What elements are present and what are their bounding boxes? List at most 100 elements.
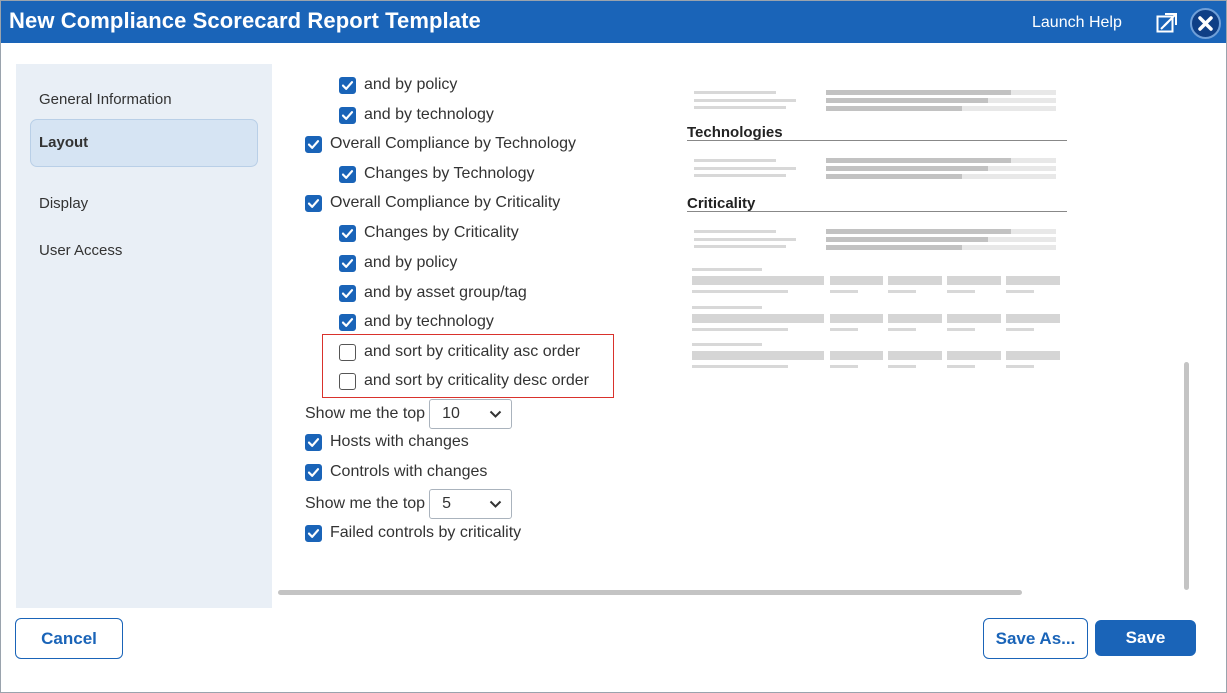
- preview-bar: [947, 351, 1001, 360]
- preview-bar: [830, 290, 858, 293]
- checkmark-icon: [341, 169, 354, 179]
- option-row: Controls with changes: [305, 461, 487, 483]
- preview-bar: [826, 90, 1011, 95]
- preview-bar: [694, 99, 796, 102]
- checkmark-icon: [307, 198, 320, 208]
- preview-bar: [1006, 314, 1060, 323]
- preview-bar: [947, 328, 975, 331]
- option-label: and by asset group/tag: [364, 284, 527, 301]
- preview-bar: [694, 91, 776, 94]
- cancel-button[interactable]: Cancel: [15, 618, 123, 659]
- top-n-select[interactable]: 5: [429, 489, 513, 519]
- option-row: Hosts with changes: [305, 431, 469, 453]
- option-label: Failed controls by criticality: [330, 524, 522, 541]
- preview-bar: [1006, 276, 1060, 285]
- preview-bar: [830, 328, 858, 331]
- checkbox-checked[interactable]: [305, 194, 322, 212]
- preview-bar: [826, 98, 988, 103]
- option-label: and by policy: [364, 254, 458, 271]
- option-row: Changes by Technology: [339, 163, 535, 185]
- preview-bar: [692, 306, 762, 309]
- checkbox-checked[interactable]: [305, 463, 322, 481]
- checkbox-checked[interactable]: [339, 76, 356, 94]
- layout-content-panel: and by policy and by technology Overall …: [272, 64, 1192, 608]
- save-as-button[interactable]: Save As...: [983, 618, 1088, 659]
- checkbox-checked[interactable]: [339, 313, 356, 331]
- preview-bar: [692, 314, 824, 323]
- horizontal-scrollbar[interactable]: [278, 590, 1022, 595]
- sidebar-item-display[interactable]: Display: [30, 180, 258, 228]
- option-row: and by asset group/tag: [339, 282, 527, 304]
- preview-bar: [694, 174, 786, 177]
- checkbox-checked[interactable]: [339, 106, 356, 124]
- popout-icon[interactable]: [1156, 12, 1178, 34]
- option-label: and sort by criticality desc order: [364, 372, 589, 389]
- vertical-scrollbar[interactable]: [1184, 362, 1189, 590]
- preview-bar: [692, 268, 762, 271]
- layout-preview: Technologies Criticality: [687, 84, 1067, 374]
- save-button[interactable]: Save: [1095, 620, 1196, 656]
- option-label: and by policy: [364, 76, 458, 93]
- checkmark-icon: [341, 258, 354, 268]
- checkmark-icon: [341, 80, 354, 90]
- sidebar-item-label: User Access: [39, 242, 123, 259]
- option-row: and by technology: [339, 104, 494, 126]
- preview-bar: [826, 245, 962, 250]
- checkmark-icon: [341, 317, 354, 327]
- preview-bar: [694, 238, 796, 241]
- top-n-row: Show me the top 5: [305, 489, 513, 519]
- checkbox-checked[interactable]: [339, 165, 356, 183]
- preview-bar: [692, 343, 762, 346]
- preview-bar: [826, 158, 1011, 163]
- preview-bar: [692, 351, 824, 360]
- preview-bar: [692, 365, 788, 368]
- sidebar-item-general-information[interactable]: General Information: [30, 76, 258, 124]
- close-icon[interactable]: [1190, 8, 1221, 39]
- preview-bar: [826, 166, 988, 171]
- preview-bar: [694, 106, 786, 109]
- preview-bar: [826, 229, 1011, 234]
- preview-bar: [947, 276, 1001, 285]
- option-label: and sort by criticality asc order: [364, 343, 581, 360]
- preview-bar: [888, 290, 916, 293]
- checkmark-icon: [341, 228, 354, 238]
- preview-bar: [830, 314, 883, 323]
- top-n-row: Show me the top 10: [305, 399, 513, 429]
- checkmark-icon: [341, 288, 354, 298]
- sidebar-item-user-access[interactable]: User Access: [30, 227, 258, 275]
- option-row: and by technology: [339, 311, 494, 333]
- checkmark-icon: [307, 437, 320, 447]
- checkbox-checked[interactable]: [339, 224, 356, 242]
- select-value: 5: [442, 495, 451, 512]
- checkbox-checked[interactable]: [339, 284, 356, 302]
- preview-bar: [1006, 365, 1034, 368]
- checkbox-checked[interactable]: [305, 524, 322, 542]
- preview-bar: [947, 290, 975, 293]
- checkmark-icon: [307, 467, 320, 477]
- preview-bar: [826, 237, 988, 242]
- preview-divider: [687, 211, 1067, 212]
- checkbox-checked[interactable]: [305, 135, 322, 153]
- top-n-label: Show me the top: [305, 495, 426, 512]
- report-template-dialog: New Compliance Scorecard Report Template…: [0, 0, 1227, 693]
- preview-heading: Technologies: [687, 124, 783, 141]
- preview-divider: [687, 140, 1067, 141]
- option-row: Overall Compliance by Criticality: [305, 192, 560, 214]
- preview-bar: [694, 230, 776, 233]
- checkbox-checked[interactable]: [305, 433, 322, 451]
- preview-bar: [888, 351, 942, 360]
- checkmark-icon: [341, 110, 354, 120]
- sidebar-item-layout[interactable]: Layout: [30, 119, 258, 167]
- checkbox-unchecked[interactable]: [339, 372, 356, 390]
- preview-bar: [947, 314, 1001, 323]
- launch-help-link[interactable]: Launch Help: [1032, 14, 1122, 32]
- checkbox-unchecked[interactable]: [339, 343, 356, 361]
- preview-bar: [830, 276, 883, 285]
- option-row: Failed controls by criticality: [305, 522, 521, 544]
- top-n-select[interactable]: 10: [429, 399, 513, 429]
- checkbox-checked[interactable]: [339, 254, 356, 272]
- option-label: Overall Compliance by Criticality: [330, 194, 561, 211]
- option-row: and by policy: [339, 252, 457, 274]
- preview-bar: [830, 351, 883, 360]
- preview-bar: [888, 328, 916, 331]
